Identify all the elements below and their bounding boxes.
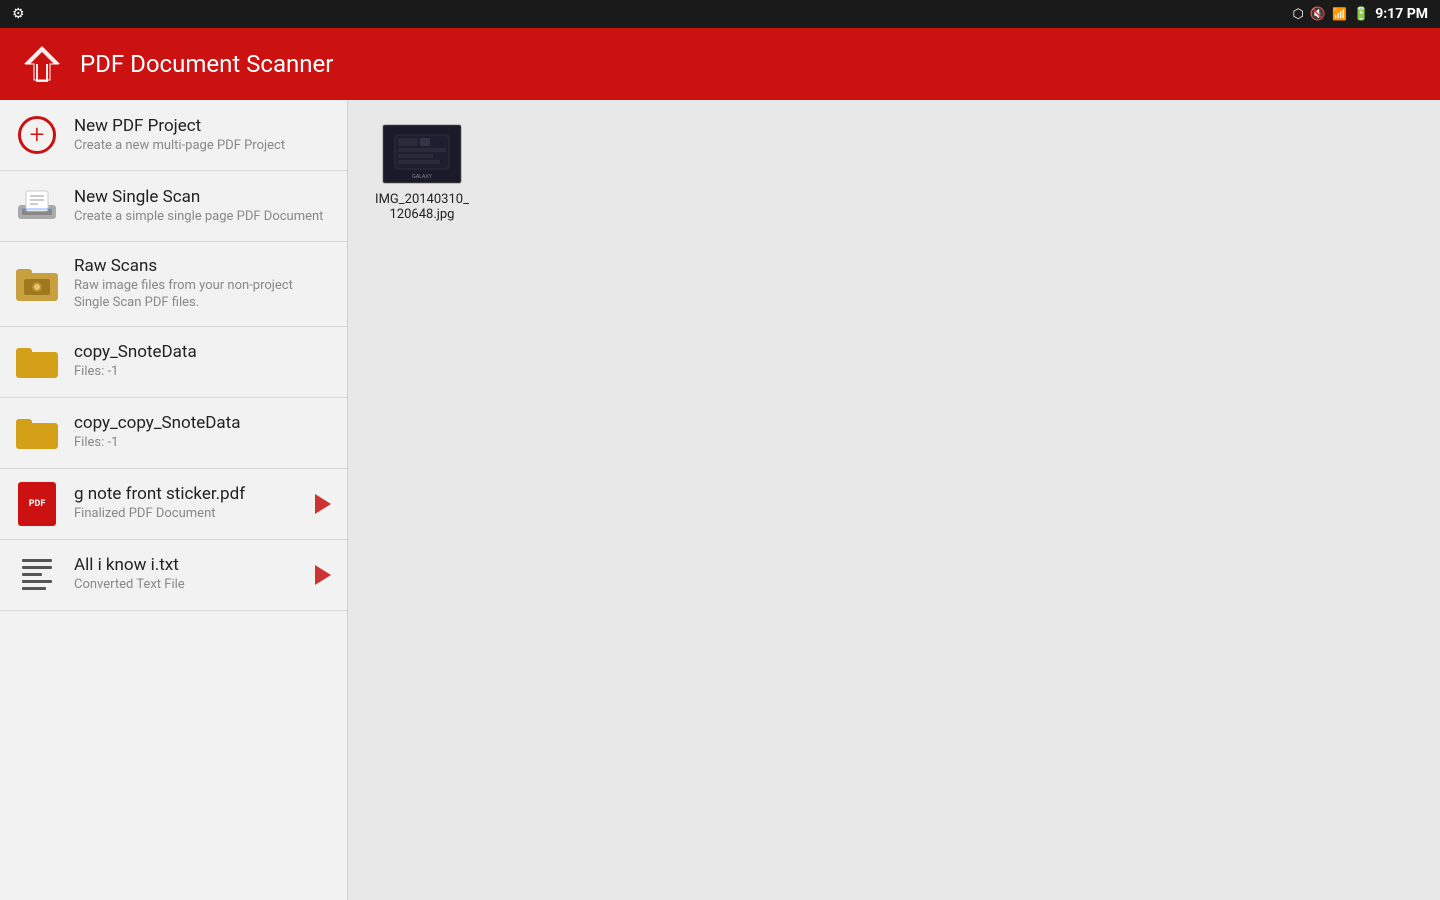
copy-copy-snote-data-subtitle: Files: -1	[74, 435, 331, 452]
all-i-know-txt-subtitle: Converted Text File	[74, 577, 299, 594]
share-arrow-icon	[315, 494, 331, 514]
new-single-scan-title: New Single Scan	[74, 187, 331, 207]
new-pdf-project-icon: +	[16, 114, 58, 156]
sidebar-item-raw-scans[interactable]: Raw Scans Raw image files from your non-…	[0, 242, 347, 327]
status-time: 9:17 PM	[1375, 6, 1428, 22]
sidebar-item-copy-copy-snote-data[interactable]: copy_copy_SnoteData Files: -1	[0, 398, 347, 469]
app-bar: PDF Document Scanner	[0, 28, 1440, 100]
pdf-icon: PDF	[16, 483, 58, 525]
folder-icon-2	[16, 412, 58, 454]
txt-line-4	[22, 580, 52, 583]
txt-line-3	[22, 573, 42, 576]
sidebar-item-new-pdf-project[interactable]: + New PDF Project Create a new multi-pag…	[0, 100, 347, 171]
all-i-know-txt-share-button[interactable]	[315, 565, 331, 585]
sidebar-item-new-single-scan[interactable]: New Single Scan Create a simple single p…	[0, 171, 347, 242]
svg-text:GALAXY: GALAXY	[412, 174, 433, 180]
signal-icon: 📶	[1332, 7, 1347, 21]
list-item[interactable]: GALAXY IMG_20140310_120648.jpg	[372, 124, 472, 222]
txt-line-5	[22, 587, 46, 590]
raw-scans-title: Raw Scans	[74, 256, 331, 276]
file-grid: GALAXY IMG_20140310_120648.jpg	[372, 124, 1416, 222]
sidebar-item-g-note-pdf[interactable]: PDF g note front sticker.pdf Finalized P…	[0, 469, 347, 540]
txt-line-2	[22, 566, 52, 569]
txt-icon	[16, 554, 58, 596]
folder-svg-icon-2	[16, 415, 58, 451]
app-logo-icon	[20, 42, 64, 86]
bluetooth-icon: ⬡	[1293, 7, 1304, 22]
txt-line-1	[22, 559, 52, 562]
txt-share-arrow-icon	[315, 565, 331, 585]
copy-snote-data-text: copy_SnoteData Files: -1	[74, 342, 331, 381]
g-note-pdf-subtitle: Finalized PDF Document	[74, 506, 299, 523]
main-layout: + New PDF Project Create a new multi-pag…	[0, 100, 1440, 900]
g-note-pdf-text: g note front sticker.pdf Finalized PDF D…	[74, 484, 299, 523]
raw-scans-folder-icon	[16, 265, 58, 303]
file-thumbnail: GALAXY	[382, 124, 462, 184]
status-bar-right: ⬡ 🔇 📶 🔋 9:17 PM	[1293, 6, 1429, 22]
new-single-scan-subtitle: Create a simple single page PDF Document	[74, 209, 331, 226]
raw-scans-icon	[16, 263, 58, 305]
new-pdf-project-title: New PDF Project	[74, 116, 331, 136]
g-note-pdf-title: g note front sticker.pdf	[74, 484, 299, 504]
battery-icon: 🔋	[1353, 7, 1369, 22]
app-title: PDF Document Scanner	[80, 50, 333, 78]
new-single-scan-text: New Single Scan Create a simple single p…	[74, 187, 331, 226]
scanner-icon	[16, 185, 58, 227]
raw-scans-subtitle: Raw image files from your non-project Si…	[74, 278, 331, 312]
copy-snote-data-subtitle: Files: -1	[74, 364, 331, 381]
folder-svg-icon	[16, 344, 58, 380]
status-bar-left: ⚙	[12, 6, 25, 22]
new-pdf-project-text: New PDF Project Create a new multi-page …	[74, 116, 331, 155]
file-name: IMG_20140310_120648.jpg	[372, 192, 472, 222]
all-i-know-txt-title: All i know i.txt	[74, 555, 299, 575]
pdf-file-icon: PDF	[18, 482, 56, 526]
thumbnail-image: GALAXY	[384, 126, 460, 182]
g-note-pdf-share-button[interactable]	[315, 494, 331, 514]
new-pdf-project-subtitle: Create a new multi-page PDF Project	[74, 138, 331, 155]
sidebar-item-copy-snote-data[interactable]: copy_SnoteData Files: -1	[0, 327, 347, 398]
sidebar: + New PDF Project Create a new multi-pag…	[0, 100, 348, 900]
content-area: GALAXY IMG_20140310_120648.jpg	[348, 100, 1440, 900]
sidebar-item-all-i-know-txt[interactable]: All i know i.txt Converted Text File	[0, 540, 347, 611]
scanner-svg-icon	[16, 187, 58, 225]
raw-scans-text: Raw Scans Raw image files from your non-…	[74, 256, 331, 312]
file-name-text: IMG_20140310_120648.jpg	[375, 192, 469, 222]
folder-icon-1	[16, 341, 58, 383]
copy-copy-snote-data-title: copy_copy_SnoteData	[74, 413, 331, 433]
copy-snote-data-title: copy_SnoteData	[74, 342, 331, 362]
mute-icon: 🔇	[1310, 7, 1326, 22]
thumbnail-svg: GALAXY	[384, 126, 460, 182]
text-file-icon	[18, 553, 56, 597]
usb-icon: ⚙	[12, 6, 25, 22]
circle-plus-icon: +	[18, 116, 56, 154]
status-bar: ⚙ ⬡ 🔇 📶 🔋 9:17 PM	[0, 0, 1440, 28]
all-i-know-txt-text: All i know i.txt Converted Text File	[74, 555, 299, 594]
copy-copy-snote-data-text: copy_copy_SnoteData Files: -1	[74, 413, 331, 452]
